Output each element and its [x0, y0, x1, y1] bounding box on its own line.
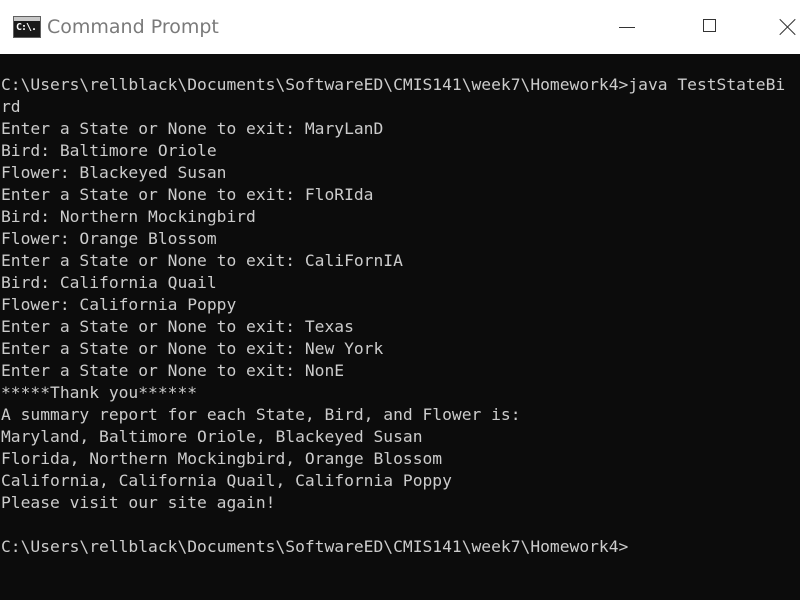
- close-button[interactable]: [766, 0, 800, 54]
- window-title: Command Prompt: [47, 16, 219, 38]
- console-line: Flower: Orange Blossom: [1, 229, 217, 248]
- minimize-icon: [619, 27, 635, 28]
- console-line: Enter a State or None to exit: FloRIda: [1, 185, 374, 204]
- console-line: Enter a State or None to exit: New York: [1, 339, 384, 358]
- console-line: Enter a State or None to exit: NonE: [1, 361, 345, 380]
- maximize-icon: [703, 19, 716, 32]
- console-line: *****Thank you******: [1, 383, 198, 402]
- console-line: A summary report for each State, Bird, a…: [1, 405, 521, 424]
- console-line: C:\Users\rellblack\Documents\SoftwareED\…: [1, 537, 629, 556]
- console-line: Enter a State or None to exit: MaryLanD: [1, 119, 384, 138]
- console-line: Flower: California Poppy: [1, 295, 237, 314]
- cmd-icon[interactable]: C:\.: [13, 16, 41, 38]
- console-line: California, California Quail, California…: [1, 471, 452, 490]
- console-line: Enter a State or None to exit: CaliFornI…: [1, 251, 403, 270]
- console-line: Florida, Northern Mockingbird, Orange Bl…: [1, 449, 443, 468]
- close-icon: [779, 18, 797, 36]
- maximize-button[interactable]: [686, 0, 732, 54]
- console-output-area[interactable]: C:\Users\rellblack\Documents\SoftwareED\…: [0, 54, 800, 600]
- console-line: Bird: California Quail: [1, 273, 217, 292]
- command-prompt-window: C:\. Command Prompt C:\Users\rellblack\D…: [0, 0, 800, 600]
- console-line: Maryland, Baltimore Oriole, Blackeyed Su…: [1, 427, 423, 446]
- console-line: Please visit our site again!: [1, 493, 276, 512]
- console-line: C:\Users\rellblack\Documents\SoftwareED\…: [1, 75, 786, 94]
- console-line: Bird: Northern Mockingbird: [1, 207, 256, 226]
- console-line: Bird: Baltimore Oriole: [1, 141, 217, 160]
- console-text: C:\Users\rellblack\Documents\SoftwareED\…: [1, 74, 800, 558]
- console-line: rd: [1, 97, 21, 116]
- cmd-icon-titlebar: [14, 17, 40, 21]
- title-bar[interactable]: C:\. Command Prompt: [0, 0, 800, 54]
- console-line: Flower: Blackeyed Susan: [1, 163, 227, 182]
- minimize-button[interactable]: [605, 0, 651, 54]
- cmd-icon-label: C:\.: [16, 22, 37, 33]
- console-line: Enter a State or None to exit: Texas: [1, 317, 354, 336]
